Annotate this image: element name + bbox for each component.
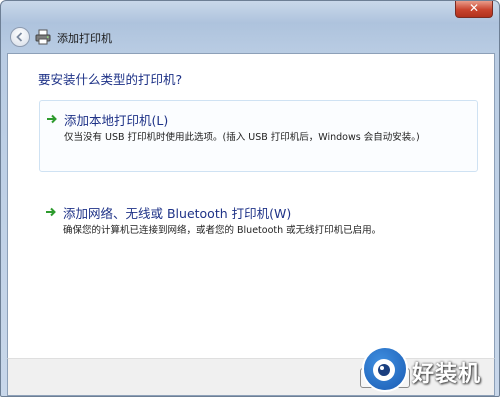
- printer-icon: [35, 29, 51, 45]
- add-network-printer-option[interactable]: 添加网络、无线或 Bluetooth 打印机(W) 确保您的计算机已连接到网络，…: [39, 194, 478, 254]
- close-button[interactable]: ✕: [455, 1, 493, 18]
- option-title: 添加网络、无线或 Bluetooth 打印机(W): [63, 206, 292, 221]
- add-printer-window: ✕ 添加打印机 要安装什么类型的打印机? 添加本地打印机(L) 仅当没有 USB…: [0, 0, 500, 397]
- watermark-logo-icon: [362, 346, 408, 392]
- option-title: 添加本地打印机(L): [64, 113, 169, 128]
- green-arrow-icon: [46, 207, 56, 217]
- navigation-bar: 添加打印机: [7, 23, 493, 51]
- option-description: 仅当没有 USB 打印机时使用此选项。(插入 USB 打印机后，Windows …: [64, 132, 420, 143]
- window-title: 添加打印机: [57, 32, 112, 45]
- page-heading: 要安装什么类型的打印机?: [38, 72, 183, 87]
- close-icon: ✕: [468, 1, 480, 15]
- back-arrow-icon: [16, 32, 23, 42]
- back-button[interactable]: [10, 27, 30, 47]
- main-content: 要安装什么类型的打印机? 添加本地打印机(L) 仅当没有 USB 打印机时使用此…: [7, 53, 495, 359]
- option-description: 确保您的计算机已连接到网络，或者您的 Bluetooth 或无线打印机已启用。: [63, 225, 382, 236]
- watermark-text: 好装机: [412, 362, 482, 387]
- green-arrow-icon: [47, 114, 57, 124]
- add-local-printer-option[interactable]: 添加本地打印机(L) 仅当没有 USB 打印机时使用此选项。(插入 USB 打印…: [39, 100, 478, 172]
- watermark: 好装机: [362, 346, 498, 396]
